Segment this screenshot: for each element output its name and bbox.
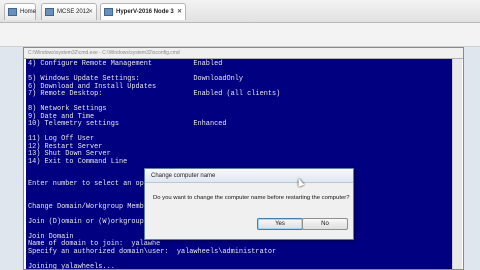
console-scrollbar[interactable] xyxy=(452,59,462,269)
vm-icon xyxy=(104,8,113,16)
desktop-background xyxy=(462,47,480,270)
tab-label: Home xyxy=(20,9,37,15)
console-line: 4) Configure Remote Management Enabled xyxy=(28,60,223,68)
vm-icon xyxy=(45,8,54,16)
console-line: 7) Remote Desktop: Enabled (all clients) xyxy=(28,90,281,98)
tab-label: HyperV-2016 Node 3 xyxy=(116,9,174,15)
home-icon xyxy=(8,8,17,16)
dialog-title: Change computer name xyxy=(145,169,353,183)
console-line: Join (D)omain or (W)orkgroup? (B xyxy=(28,217,161,226)
tab-mcse-2012[interactable]: MCSE 2012 ✕ xyxy=(41,3,97,20)
console-line: Joining yalawheels... xyxy=(28,262,115,270)
tab-home[interactable]: Home xyxy=(4,3,36,20)
tab-label: MCSE 2012 xyxy=(57,9,90,15)
no-button[interactable]: No xyxy=(302,218,348,230)
console-line: Enter number to select an option xyxy=(28,180,161,188)
yes-button[interactable]: Yes xyxy=(257,218,303,230)
console-title-bar: C:\Windows\system32\cmd.exe - C:\Windows… xyxy=(24,48,463,59)
console-line: Specify an authorized domain\user: yalaw… xyxy=(28,247,277,256)
console-line: 14) Exit to Command Line xyxy=(28,157,128,166)
change-computer-name-dialog: Change computer name Do you want to chan… xyxy=(144,168,354,240)
vm-toolbar: Home MCSE 2012 ✕ HyperV-2016 Node 3 ✕ xyxy=(0,0,480,23)
close-tab-icon[interactable]: ✕ xyxy=(88,8,93,15)
close-tab-icon[interactable]: ✕ xyxy=(177,8,182,15)
console-line: 10) Telemetry settings Enhanced xyxy=(28,120,227,128)
desktop-background xyxy=(0,47,23,270)
dialog-message: Do you want to change the computer name … xyxy=(153,195,350,201)
console-line: Change Domain/Workgroup Membersh xyxy=(28,202,161,211)
tab-hyperv-2016-node-3[interactable]: HyperV-2016 Node 3 ✕ xyxy=(100,3,186,20)
vm-menu-strip xyxy=(0,23,480,47)
